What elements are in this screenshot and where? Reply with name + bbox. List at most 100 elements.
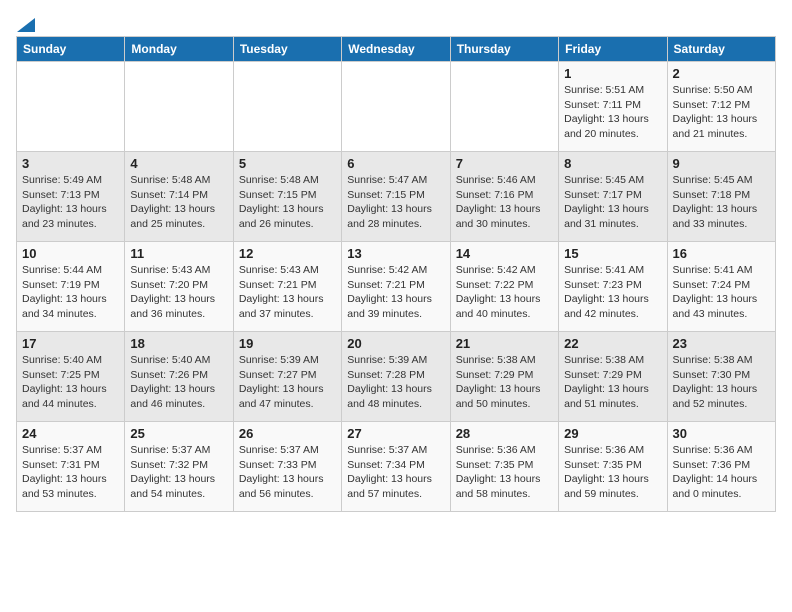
calendar-cell	[342, 62, 450, 152]
day-info: Sunrise: 5:45 AMSunset: 7:17 PMDaylight:…	[564, 173, 661, 232]
day-info: Sunrise: 5:36 AMSunset: 7:35 PMDaylight:…	[564, 443, 661, 502]
calendar-cell: 17 Sunrise: 5:40 AMSunset: 7:25 PMDayligh…	[17, 332, 125, 422]
calendar-cell: 19 Sunrise: 5:39 AMSunset: 7:27 PMDayligh…	[233, 332, 341, 422]
calendar-cell: 2 Sunrise: 5:50 AMSunset: 7:12 PMDaylight…	[667, 62, 775, 152]
day-info: Sunrise: 5:39 AMSunset: 7:28 PMDaylight:…	[347, 353, 444, 412]
calendar-cell: 16 Sunrise: 5:41 AMSunset: 7:24 PMDayligh…	[667, 242, 775, 332]
day-number: 16	[673, 246, 770, 261]
calendar-cell: 13 Sunrise: 5:42 AMSunset: 7:21 PMDayligh…	[342, 242, 450, 332]
calendar-cell: 9 Sunrise: 5:45 AMSunset: 7:18 PMDaylight…	[667, 152, 775, 242]
day-info: Sunrise: 5:43 AMSunset: 7:21 PMDaylight:…	[239, 263, 336, 322]
day-number: 14	[456, 246, 553, 261]
day-info: Sunrise: 5:41 AMSunset: 7:23 PMDaylight:…	[564, 263, 661, 322]
day-info: Sunrise: 5:48 AMSunset: 7:15 PMDaylight:…	[239, 173, 336, 232]
calendar-cell: 26 Sunrise: 5:37 AMSunset: 7:33 PMDayligh…	[233, 422, 341, 512]
day-info: Sunrise: 5:36 AMSunset: 7:35 PMDaylight:…	[456, 443, 553, 502]
calendar-cell: 30 Sunrise: 5:36 AMSunset: 7:36 PMDayligh…	[667, 422, 775, 512]
calendar-cell: 20 Sunrise: 5:39 AMSunset: 7:28 PMDayligh…	[342, 332, 450, 422]
day-info: Sunrise: 5:37 AMSunset: 7:32 PMDaylight:…	[130, 443, 227, 502]
day-number: 9	[673, 156, 770, 171]
day-info: Sunrise: 5:49 AMSunset: 7:13 PMDaylight:…	[22, 173, 119, 232]
day-info: Sunrise: 5:45 AMSunset: 7:18 PMDaylight:…	[673, 173, 770, 232]
weekday-header-monday: Monday	[125, 37, 233, 62]
day-number: 7	[456, 156, 553, 171]
day-number: 8	[564, 156, 661, 171]
calendar-cell: 6 Sunrise: 5:47 AMSunset: 7:15 PMDaylight…	[342, 152, 450, 242]
calendar-cell	[125, 62, 233, 152]
day-info: Sunrise: 5:37 AMSunset: 7:31 PMDaylight:…	[22, 443, 119, 502]
day-info: Sunrise: 5:41 AMSunset: 7:24 PMDaylight:…	[673, 263, 770, 322]
calendar-cell: 28 Sunrise: 5:36 AMSunset: 7:35 PMDayligh…	[450, 422, 558, 512]
day-number: 13	[347, 246, 444, 261]
day-info: Sunrise: 5:51 AMSunset: 7:11 PMDaylight:…	[564, 83, 661, 142]
day-info: Sunrise: 5:40 AMSunset: 7:26 PMDaylight:…	[130, 353, 227, 412]
calendar-cell: 3Sunrise: 5:49 AMSunset: 7:13 PMDaylight…	[17, 152, 125, 242]
day-number: 5	[239, 156, 336, 171]
day-number: 11	[130, 246, 227, 261]
day-info: Sunrise: 5:36 AMSunset: 7:36 PMDaylight:…	[673, 443, 770, 502]
day-info: Sunrise: 5:43 AMSunset: 7:20 PMDaylight:…	[130, 263, 227, 322]
weekday-header-tuesday: Tuesday	[233, 37, 341, 62]
day-info: Sunrise: 5:50 AMSunset: 7:12 PMDaylight:…	[673, 83, 770, 142]
day-number: 21	[456, 336, 553, 351]
calendar-cell: 21 Sunrise: 5:38 AMSunset: 7:29 PMDayligh…	[450, 332, 558, 422]
calendar-cell: 8 Sunrise: 5:45 AMSunset: 7:17 PMDaylight…	[559, 152, 667, 242]
day-info: Sunrise: 5:38 AMSunset: 7:30 PMDaylight:…	[673, 353, 770, 412]
calendar-cell: 14 Sunrise: 5:42 AMSunset: 7:22 PMDayligh…	[450, 242, 558, 332]
calendar-cell: 1 Sunrise: 5:51 AMSunset: 7:11 PMDaylight…	[559, 62, 667, 152]
day-info: Sunrise: 5:42 AMSunset: 7:22 PMDaylight:…	[456, 263, 553, 322]
day-number: 4	[130, 156, 227, 171]
day-number: 27	[347, 426, 444, 441]
weekday-header-friday: Friday	[559, 37, 667, 62]
logo	[16, 16, 35, 28]
day-info: Sunrise: 5:47 AMSunset: 7:15 PMDaylight:…	[347, 173, 444, 232]
day-info: Sunrise: 5:38 AMSunset: 7:29 PMDaylight:…	[564, 353, 661, 412]
calendar-cell: 22 Sunrise: 5:38 AMSunset: 7:29 PMDayligh…	[559, 332, 667, 422]
calendar-cell: 11 Sunrise: 5:43 AMSunset: 7:20 PMDayligh…	[125, 242, 233, 332]
day-number: 18	[130, 336, 227, 351]
calendar-cell: 23 Sunrise: 5:38 AMSunset: 7:30 PMDayligh…	[667, 332, 775, 422]
day-number: 26	[239, 426, 336, 441]
day-number: 29	[564, 426, 661, 441]
day-number: 19	[239, 336, 336, 351]
day-number: 30	[673, 426, 770, 441]
day-number: 17	[22, 336, 119, 351]
weekday-header-wednesday: Wednesday	[342, 37, 450, 62]
calendar-table: SundayMondayTuesdayWednesdayThursdayFrid…	[16, 36, 776, 512]
day-info: Sunrise: 5:46 AMSunset: 7:16 PMDaylight:…	[456, 173, 553, 232]
day-info: Sunrise: 5:40 AMSunset: 7:25 PMDaylight:…	[22, 353, 119, 412]
calendar-cell: 5 Sunrise: 5:48 AMSunset: 7:15 PMDaylight…	[233, 152, 341, 242]
calendar-cell	[17, 62, 125, 152]
day-number: 10	[22, 246, 119, 261]
day-number: 23	[673, 336, 770, 351]
day-number: 15	[564, 246, 661, 261]
day-info: Sunrise: 5:38 AMSunset: 7:29 PMDaylight:…	[456, 353, 553, 412]
weekday-header-thursday: Thursday	[450, 37, 558, 62]
calendar-cell: 18 Sunrise: 5:40 AMSunset: 7:26 PMDayligh…	[125, 332, 233, 422]
day-number: 2	[673, 66, 770, 81]
calendar-cell: 4 Sunrise: 5:48 AMSunset: 7:14 PMDaylight…	[125, 152, 233, 242]
day-number: 20	[347, 336, 444, 351]
calendar-cell: 10Sunrise: 5:44 AMSunset: 7:19 PMDayligh…	[17, 242, 125, 332]
day-number: 22	[564, 336, 661, 351]
day-info: Sunrise: 5:48 AMSunset: 7:14 PMDaylight:…	[130, 173, 227, 232]
day-number: 25	[130, 426, 227, 441]
day-info: Sunrise: 5:37 AMSunset: 7:34 PMDaylight:…	[347, 443, 444, 502]
calendar-cell	[450, 62, 558, 152]
calendar-cell: 24Sunrise: 5:37 AMSunset: 7:31 PMDayligh…	[17, 422, 125, 512]
calendar-cell: 12 Sunrise: 5:43 AMSunset: 7:21 PMDayligh…	[233, 242, 341, 332]
day-info: Sunrise: 5:42 AMSunset: 7:21 PMDaylight:…	[347, 263, 444, 322]
weekday-header-sunday: Sunday	[17, 37, 125, 62]
calendar-cell: 7 Sunrise: 5:46 AMSunset: 7:16 PMDaylight…	[450, 152, 558, 242]
day-number: 6	[347, 156, 444, 171]
logo-icon	[17, 14, 35, 32]
calendar-cell	[233, 62, 341, 152]
calendar-cell: 25 Sunrise: 5:37 AMSunset: 7:32 PMDayligh…	[125, 422, 233, 512]
calendar-cell: 29 Sunrise: 5:36 AMSunset: 7:35 PMDayligh…	[559, 422, 667, 512]
day-number: 1	[564, 66, 661, 81]
day-number: 12	[239, 246, 336, 261]
day-info: Sunrise: 5:37 AMSunset: 7:33 PMDaylight:…	[239, 443, 336, 502]
calendar-cell: 27 Sunrise: 5:37 AMSunset: 7:34 PMDayligh…	[342, 422, 450, 512]
day-info: Sunrise: 5:39 AMSunset: 7:27 PMDaylight:…	[239, 353, 336, 412]
day-number: 28	[456, 426, 553, 441]
